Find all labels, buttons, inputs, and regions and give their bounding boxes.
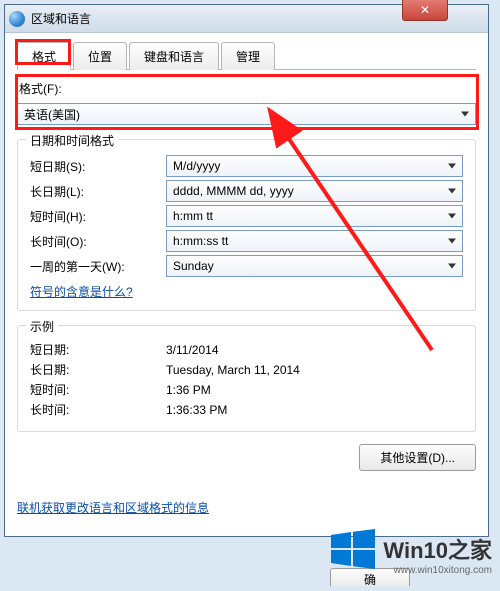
titlebar: 区域和语言 ✕ xyxy=(5,5,488,33)
dialog-body: 格式 位置 键盘和语言 管理 格式(F): 英语(美国) 日期和时间格式 短日期… xyxy=(5,33,488,536)
short-time-label: 短时间(H): xyxy=(30,208,166,225)
other-settings-button[interactable]: 其他设置(D)... xyxy=(359,444,476,471)
datetime-format-group: 日期和时间格式 短日期(S): M/d/yyyy 长日期(L): dddd, M… xyxy=(17,139,476,311)
globe-icon xyxy=(9,11,25,27)
tab-row: 格式 位置 键盘和语言 管理 xyxy=(17,41,476,70)
chevron-down-icon xyxy=(448,189,456,194)
example-legend: 示例 xyxy=(26,318,58,335)
tab-format[interactable]: 格式 xyxy=(17,42,71,70)
watermark-brand: Win10之家 xyxy=(383,533,492,565)
ex-short-date: 短日期: 3/11/2014 xyxy=(30,341,463,358)
row-short-date: 短日期(S): M/d/yyyy xyxy=(30,155,463,177)
ex-short-date-value: 3/11/2014 xyxy=(166,343,463,357)
ex-long-time: 长时间: 1:36:33 PM xyxy=(30,401,463,418)
ok-button-cut[interactable]: 确 xyxy=(330,568,410,586)
short-date-value: M/d/yyyy xyxy=(173,159,220,173)
chevron-down-icon xyxy=(448,239,456,244)
short-time-dropdown[interactable]: h:mm tt xyxy=(166,205,463,227)
example-group: 示例 短日期: 3/11/2014 长日期: Tuesday, March 11… xyxy=(17,325,476,432)
format-label: 格式(F): xyxy=(19,80,476,97)
ex-long-time-label: 长时间: xyxy=(30,401,166,418)
tab-admin[interactable]: 管理 xyxy=(221,42,275,70)
tab-keyboard-language[interactable]: 键盘和语言 xyxy=(129,42,219,70)
window-title: 区域和语言 xyxy=(31,10,91,27)
datetime-legend: 日期和时间格式 xyxy=(26,132,118,149)
first-day-label: 一周的第一天(W): xyxy=(30,258,166,275)
ex-long-date-label: 长日期: xyxy=(30,361,166,378)
close-icon: ✕ xyxy=(420,3,430,17)
short-date-label: 短日期(S): xyxy=(30,158,166,175)
long-time-dropdown[interactable]: h:mm:ss tt xyxy=(166,230,463,252)
long-date-dropdown[interactable]: dddd, MMMM dd, yyyy xyxy=(166,180,463,202)
ex-short-date-label: 短日期: xyxy=(30,341,166,358)
ex-short-time-label: 短时间: xyxy=(30,381,166,398)
region-language-dialog: 区域和语言 ✕ 格式 位置 键盘和语言 管理 格式(F): 英语(美国) 日期和… xyxy=(4,4,489,537)
short-date-dropdown[interactable]: M/d/yyyy xyxy=(166,155,463,177)
chevron-down-icon xyxy=(448,214,456,219)
format-value: 英语(美国) xyxy=(24,106,80,123)
ex-short-time: 短时间: 1:36 PM xyxy=(30,381,463,398)
format-dropdown[interactable]: 英语(美国) xyxy=(17,103,476,125)
chevron-down-icon xyxy=(448,264,456,269)
long-date-value: dddd, MMMM dd, yyyy xyxy=(173,184,294,198)
ex-long-date-value: Tuesday, March 11, 2014 xyxy=(166,363,463,377)
long-time-label: 长时间(O): xyxy=(30,233,166,250)
chevron-down-icon xyxy=(461,112,469,117)
row-long-time: 长时间(O): h:mm:ss tt xyxy=(30,230,463,252)
first-day-value: Sunday xyxy=(173,259,214,273)
long-time-value: h:mm:ss tt xyxy=(173,234,228,248)
notation-meaning-link[interactable]: 符号的含意是什么? xyxy=(30,285,133,299)
row-long-date: 长日期(L): dddd, MMMM dd, yyyy xyxy=(30,180,463,202)
online-info-link[interactable]: 联机获取更改语言和区域格式的信息 xyxy=(17,499,209,516)
first-day-dropdown[interactable]: Sunday xyxy=(166,255,463,277)
row-first-day: 一周的第一天(W): Sunday xyxy=(30,255,463,277)
close-button[interactable]: ✕ xyxy=(402,0,448,21)
ex-short-time-value: 1:36 PM xyxy=(166,383,463,397)
tab-location[interactable]: 位置 xyxy=(73,42,127,70)
long-date-label: 长日期(L): xyxy=(30,183,166,200)
ex-long-time-value: 1:36:33 PM xyxy=(166,403,463,417)
row-short-time: 短时间(H): h:mm tt xyxy=(30,205,463,227)
chevron-down-icon xyxy=(448,164,456,169)
ex-long-date: 长日期: Tuesday, March 11, 2014 xyxy=(30,361,463,378)
short-time-value: h:mm tt xyxy=(173,209,213,223)
